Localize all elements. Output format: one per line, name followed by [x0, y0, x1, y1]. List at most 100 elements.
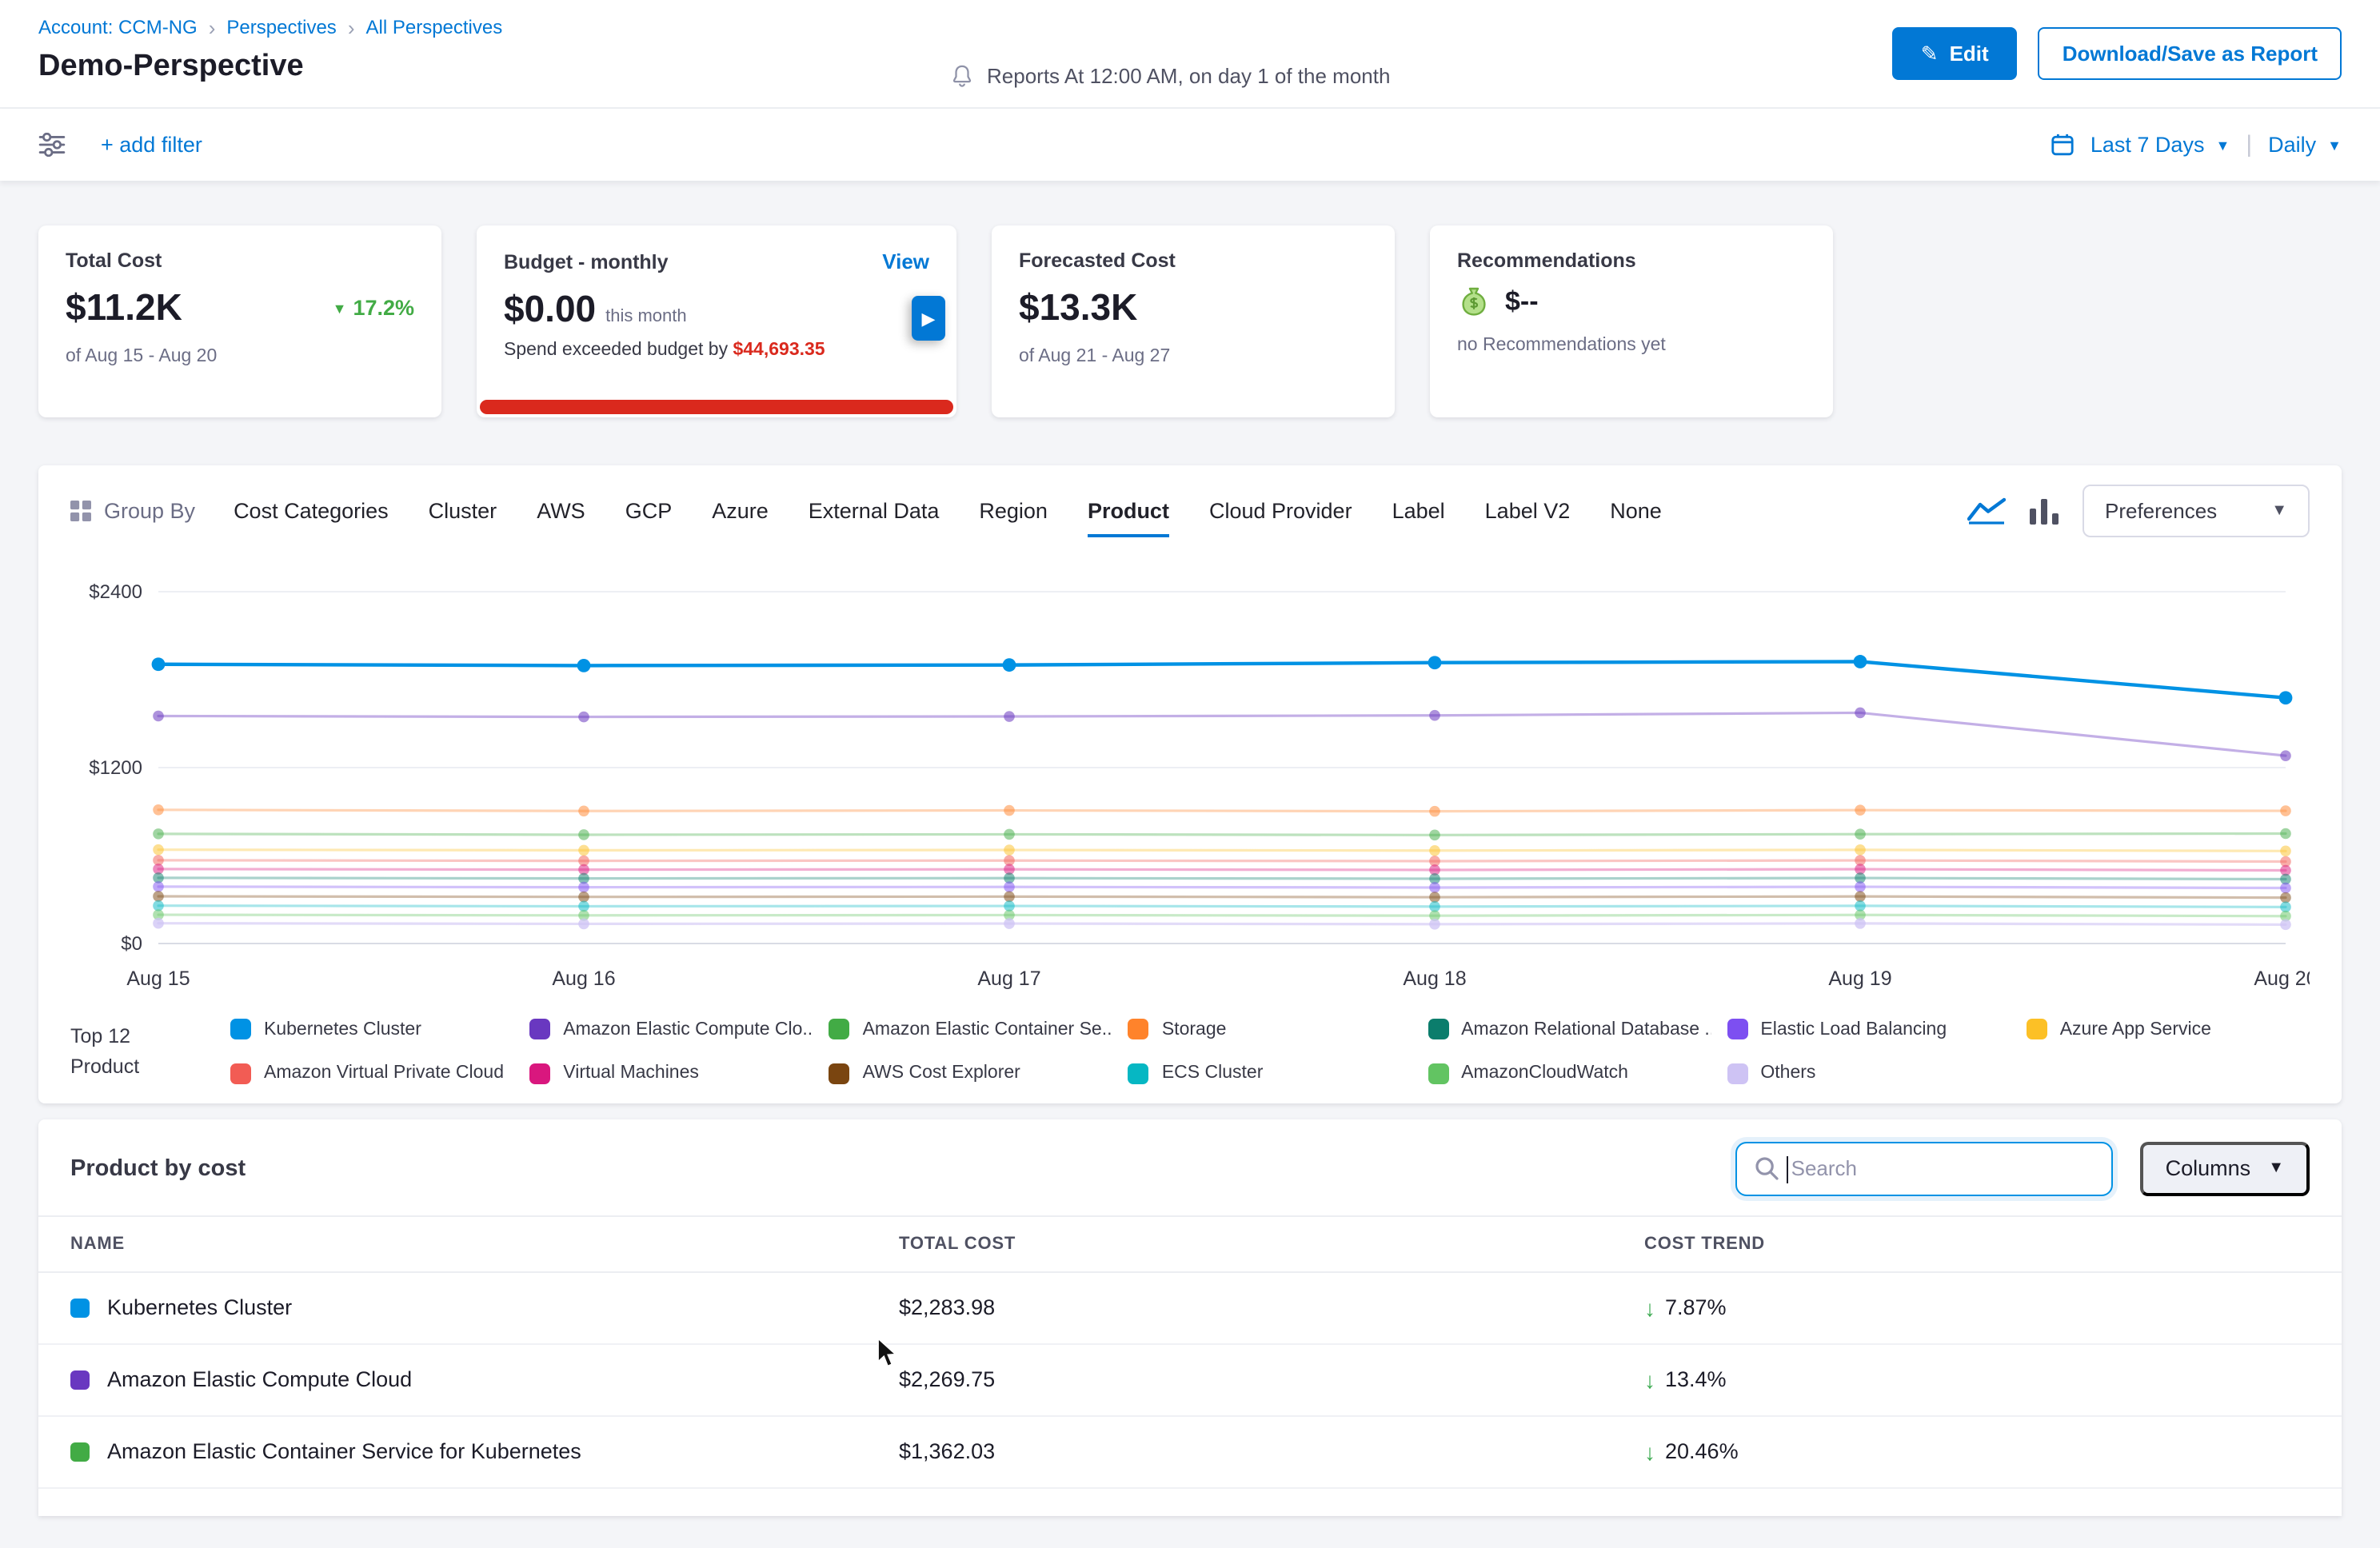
tab-cloud-provider[interactable]: Cloud Provider: [1209, 485, 1352, 537]
preferences-button[interactable]: Preferences ▼: [2082, 485, 2310, 537]
product-name: Amazon Elastic Container Service for Kub…: [107, 1440, 581, 1464]
total-cost-value: $11.2K: [66, 286, 182, 329]
svg-text:Aug 20: Aug 20: [2254, 967, 2310, 990]
budget-value-suffix: this month: [605, 307, 687, 326]
table-row[interactable]: Amazon Elastic Compute Cloud$2,269.75↓13…: [38, 1345, 2342, 1417]
tab-product[interactable]: Product: [1088, 485, 1169, 537]
budget-exceeded-note: Spend exceeded budget by $44,693.35: [504, 341, 929, 360]
chevron-down-icon: ▼: [2271, 502, 2287, 520]
filter-sliders-icon[interactable]: [38, 133, 66, 157]
pencil-icon: ✎: [1921, 41, 1939, 66]
table-row[interactable]: Amazon Elastic Container Service for Kub…: [38, 1417, 2342, 1489]
forecasted-cost-period: of Aug 21 - Aug 27: [1019, 347, 1368, 366]
legend-item[interactable]: Elastic Load Balancing: [1727, 1019, 2010, 1040]
search-input[interactable]: [1791, 1157, 2094, 1181]
breadcrumb-link-account[interactable]: Account: CCM-NG: [38, 16, 198, 38]
tab-aws[interactable]: AWS: [537, 485, 585, 537]
forecasted-cost-card: Forecasted Cost $13.3K of Aug 21 - Aug 2…: [992, 225, 1395, 417]
column-header-cost-trend: COST TREND: [1644, 1235, 2310, 1254]
legend-label: Others: [1760, 1063, 1815, 1083]
tab-label-v2[interactable]: Label V2: [1485, 485, 1571, 537]
add-filter-button[interactable]: + add filter: [101, 133, 202, 157]
legend-swatch: [1727, 1063, 1747, 1083]
legend-item[interactable]: AWS Cost Explorer: [829, 1063, 1112, 1084]
legend-item[interactable]: Storage: [1128, 1019, 1412, 1040]
legend-item[interactable]: Azure App Service: [2027, 1019, 2310, 1040]
table-column-headers: NAME TOTAL COST COST TREND: [38, 1215, 2342, 1273]
breadcrumb-link-all-perspectives[interactable]: All Perspectives: [366, 16, 503, 38]
trend-value: 20.46%: [1665, 1440, 1739, 1464]
legend-swatch: [829, 1019, 850, 1039]
tab-region[interactable]: Region: [979, 485, 1048, 537]
date-range-label: Last 7 Days: [2090, 133, 2205, 157]
legend-swatch: [230, 1063, 251, 1083]
date-range-select[interactable]: Last 7 Days ▼: [2090, 133, 2230, 157]
legend-item[interactable]: Kubernetes Cluster: [230, 1019, 513, 1040]
legend-item[interactable]: Others: [1727, 1063, 2010, 1084]
tab-label[interactable]: Label: [1392, 485, 1445, 537]
total-cost-label: Total Cost: [66, 249, 414, 272]
total-cost-trend: ▼ 17.2%: [333, 296, 414, 320]
search-box: [1735, 1142, 2113, 1196]
legend-item[interactable]: Amazon Virtual Private Cloud: [230, 1063, 513, 1084]
cost-table-body: Kubernetes Cluster$2,283.98↓7.87%Amazon …: [38, 1273, 2342, 1489]
legend-item[interactable]: AmazonCloudWatch: [1428, 1063, 1711, 1084]
money-bag-icon: [1457, 286, 1491, 318]
summary-cards: Total Cost $11.2K ▼ 17.2% of Aug 15 - Au…: [0, 181, 2380, 417]
budget-exceeded-amount: $44,693.35: [733, 341, 825, 360]
trend-value: 7.87%: [1665, 1296, 1727, 1320]
download-save-report-button[interactable]: Download/Save as Report: [2039, 27, 2342, 80]
column-header-total-cost: TOTAL COST: [899, 1235, 1644, 1254]
bar-chart-toggle[interactable]: [2030, 498, 2059, 524]
trend-value: 13.4%: [1665, 1368, 1727, 1392]
play-icon: ▶: [922, 308, 936, 329]
search-icon: [1755, 1157, 1779, 1181]
budget-view-link[interactable]: View: [882, 249, 929, 273]
tab-gcp[interactable]: GCP: [625, 485, 673, 537]
budget-exceeded-prefix: Spend exceeded budget by: [504, 341, 733, 360]
granularity-select[interactable]: Daily ▼: [2268, 133, 2342, 157]
tab-azure[interactable]: Azure: [712, 485, 769, 537]
legend-item[interactable]: Amazon Relational Database ...: [1428, 1019, 1711, 1040]
forecasted-cost-label: Forecasted Cost: [1019, 249, 1368, 272]
edit-button[interactable]: ✎ Edit: [1892, 27, 2018, 80]
legend-item[interactable]: Virtual Machines: [529, 1063, 813, 1084]
legend-label: Kubernetes Cluster: [264, 1019, 421, 1039]
calendar-icon: [2051, 133, 2075, 157]
table-row[interactable]: Kubernetes Cluster$2,283.98↓7.87%: [38, 1273, 2342, 1345]
recommendations-card: Recommendations $-- no Recommendations y…: [1430, 225, 1833, 417]
cost-line-chart[interactable]: $0$1200$2400Aug 15Aug 16Aug 17Aug 18Aug …: [70, 563, 2310, 998]
grid-icon: [70, 501, 91, 521]
tab-external-data[interactable]: External Data: [809, 485, 940, 537]
legend-swatch: [829, 1063, 850, 1083]
legend-label: AWS Cost Explorer: [863, 1063, 1020, 1083]
report-schedule-note: Reports At 12:00 AM, on day 1 of the mon…: [950, 64, 1390, 88]
legend-label: Amazon Elastic Compute Clo...: [563, 1019, 813, 1039]
chevron-down-icon: ▼: [2268, 1160, 2284, 1178]
group-by-tabs: Cost Categories Cluster AWS GCP Azure Externa…: [234, 485, 1967, 537]
total-cost-card: Total Cost $11.2K ▼ 17.2% of Aug 15 - Au…: [38, 225, 441, 417]
granularity-label: Daily: [2268, 133, 2316, 157]
columns-button-label: Columns: [2166, 1157, 2251, 1181]
group-by-row: Group By Cost CategoriesClusterAWSGCPAzu…: [70, 485, 2310, 537]
tab-cluster[interactable]: Cluster: [429, 485, 497, 537]
row-color-swatch: [70, 1299, 90, 1318]
chevron-right-icon: ›: [209, 17, 216, 38]
budget-label: Budget - monthly: [504, 250, 669, 273]
tab-cost-categories[interactable]: Cost Categories: [234, 485, 389, 537]
legend-item[interactable]: Amazon Elastic Compute Clo...: [529, 1019, 813, 1040]
budget-overrun-bar: [480, 400, 953, 414]
tab-none[interactable]: None: [1610, 485, 1662, 537]
total-cost-period: of Aug 15 - Aug 20: [66, 347, 414, 366]
header-actions: ✎ Edit Download/Save as Report: [1892, 27, 2342, 80]
legend-item[interactable]: Amazon Elastic Container Se...: [829, 1019, 1112, 1040]
budget-expand-button[interactable]: ▶: [912, 296, 945, 341]
chart-legend-items: Kubernetes Cluster Amazon Elastic Compute…: [230, 1019, 2310, 1084]
legend-label: ECS Cluster: [1162, 1063, 1264, 1083]
legend-item[interactable]: ECS Cluster: [1128, 1063, 1412, 1084]
chart-controls: Preferences ▼: [1967, 485, 2310, 537]
legend-label: AmazonCloudWatch: [1461, 1063, 1628, 1083]
line-chart-toggle[interactable]: [1967, 497, 2006, 525]
breadcrumb-link-perspectives[interactable]: Perspectives: [226, 16, 336, 38]
columns-button[interactable]: Columns ▼: [2140, 1142, 2310, 1196]
